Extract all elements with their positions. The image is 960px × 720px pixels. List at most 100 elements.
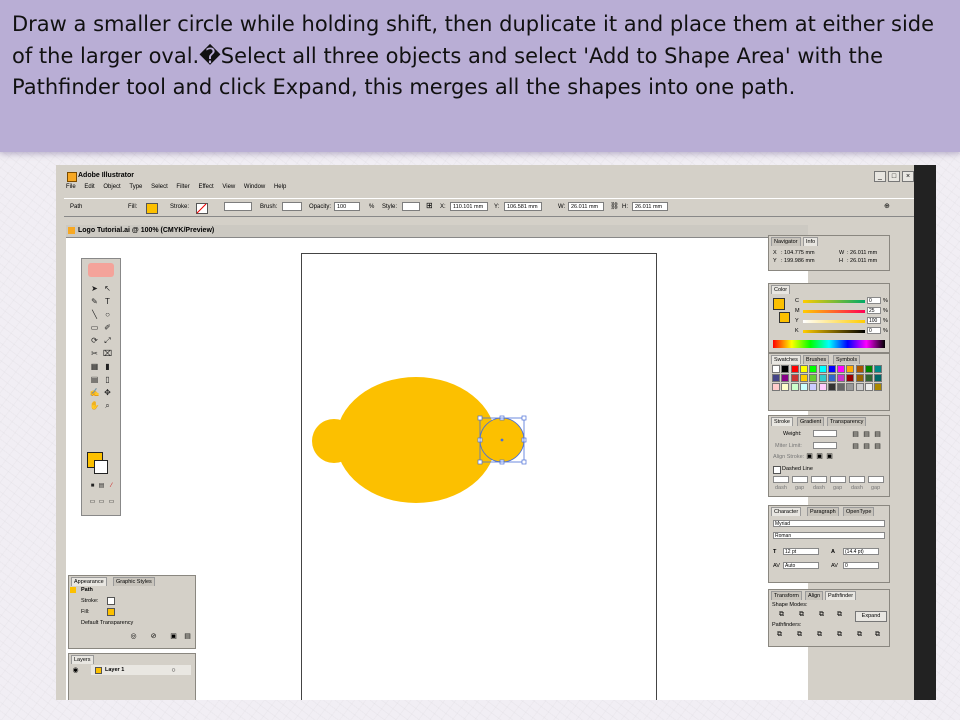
swatch[interactable] — [865, 374, 873, 382]
m-slider[interactable] — [803, 310, 865, 313]
menu-select[interactable]: Select — [151, 184, 168, 190]
zoom-tool-icon[interactable]: ⌕ — [102, 400, 113, 411]
menu-filter[interactable]: Filter — [176, 184, 189, 190]
link-icon[interactable]: ⛓ — [610, 202, 619, 210]
align-center-icon[interactable]: ▣ — [805, 452, 814, 461]
selection-handle[interactable] — [477, 415, 483, 421]
tab-navigator[interactable]: Navigator — [771, 237, 801, 246]
swatch[interactable] — [846, 365, 855, 373]
kerning-field[interactable]: Auto — [783, 562, 819, 569]
tab-align[interactable]: Align — [805, 591, 824, 600]
h-field[interactable]: 26.011 mm — [632, 202, 668, 211]
outline-icon[interactable]: ⧉ — [855, 630, 864, 639]
swatch[interactable] — [809, 365, 818, 373]
swatch[interactable] — [874, 383, 883, 391]
rotate-tool-icon[interactable]: ⟳ — [89, 335, 100, 346]
hand-tool-icon[interactable]: ✋ — [89, 400, 100, 411]
menu-edit[interactable]: Edit — [84, 184, 94, 190]
selection-handle[interactable] — [521, 459, 527, 465]
swatch[interactable] — [865, 383, 873, 391]
warp-tool-icon[interactable]: ⌧ — [102, 348, 113, 359]
gap-field-3[interactable] — [868, 476, 884, 483]
tab-info[interactable]: Info — [803, 237, 819, 246]
selection-handle[interactable] — [477, 459, 483, 465]
y-field[interactable]: 100 — [867, 317, 881, 324]
merge-icon[interactable]: ⧉ — [815, 630, 824, 639]
appearance-path[interactable]: Path — [81, 587, 93, 593]
brush-select[interactable] — [282, 202, 302, 211]
cap-butt-icon[interactable]: ▤ — [851, 430, 860, 439]
k-field[interactable]: 0 — [867, 327, 881, 334]
gap-field-1[interactable] — [792, 476, 808, 483]
swatch[interactable] — [865, 365, 873, 373]
none-mode-icon[interactable]: ⁄ — [106, 481, 117, 492]
menu-type[interactable]: Type — [129, 184, 142, 190]
weight-field[interactable] — [813, 430, 837, 437]
color-spectrum[interactable] — [773, 340, 885, 348]
swatch[interactable] — [837, 383, 846, 391]
line-tool-icon[interactable]: ╲ — [89, 309, 100, 320]
swatch[interactable] — [827, 365, 836, 373]
menu-effect[interactable]: Effect — [198, 184, 213, 190]
swatch[interactable] — [772, 383, 780, 391]
maximize-button[interactable]: □ — [888, 171, 900, 182]
c-field[interactable]: 0 — [867, 297, 881, 304]
expand-button[interactable]: Expand — [855, 611, 887, 622]
swatch[interactable] — [809, 374, 818, 382]
tracking-field[interactable]: 0 — [843, 562, 879, 569]
swatch[interactable] — [799, 374, 808, 382]
tab-layers[interactable]: Layers — [71, 655, 94, 664]
swatch[interactable] — [846, 374, 855, 382]
graph-tool-icon[interactable]: ▦ — [89, 361, 100, 372]
crop-icon[interactable]: ⧉ — [835, 630, 844, 639]
y-slider[interactable] — [803, 320, 865, 323]
target-icon[interactable]: ○ — [169, 666, 178, 675]
stroke-swatch[interactable] — [196, 203, 208, 214]
swatch[interactable] — [818, 383, 827, 391]
delete-item-icon[interactable]: ▤ — [183, 632, 192, 641]
y-field[interactable]: 106.581 mm — [504, 202, 542, 211]
x-field[interactable]: 110.101 mm — [450, 202, 488, 211]
color-fill-swatch[interactable] — [773, 298, 785, 310]
fill-swatch[interactable] — [146, 203, 158, 214]
stroke-color-swatch[interactable] — [94, 460, 108, 474]
swatch[interactable] — [781, 374, 790, 382]
gap-field-2[interactable] — [830, 476, 846, 483]
layer-name[interactable]: Layer 1 — [105, 667, 124, 673]
screen-mode-fullscreen-icon[interactable]: ▭ — [106, 497, 117, 508]
tab-opentype[interactable]: OpenType — [843, 507, 875, 516]
opacity-field[interactable]: 100 — [334, 202, 360, 211]
join-bevel-icon[interactable]: ▤ — [873, 442, 882, 451]
type-tool-icon[interactable]: T — [102, 296, 113, 307]
m-field[interactable]: 25 — [867, 307, 881, 314]
swatch[interactable] — [809, 383, 818, 391]
swatch[interactable] — [837, 374, 846, 382]
swatch[interactable] — [799, 383, 808, 391]
swatch[interactable] — [827, 383, 836, 391]
swatch[interactable] — [827, 374, 836, 382]
menu-view[interactable]: View — [222, 184, 235, 190]
swatch[interactable] — [790, 365, 799, 373]
divide-icon[interactable]: ⧉ — [775, 630, 784, 639]
miter-field[interactable] — [813, 442, 837, 449]
close-button[interactable]: × — [902, 171, 914, 182]
swatch[interactable] — [790, 383, 799, 391]
pencil-tool-icon[interactable]: ✐ — [102, 322, 113, 333]
clear-appearance-icon[interactable]: ⊘ — [149, 632, 158, 641]
appearance-stroke-swatch[interactable] — [107, 597, 115, 605]
swatch[interactable] — [874, 374, 883, 382]
exclude-overlapping-icon[interactable]: ⧉ — [835, 610, 844, 619]
tab-stroke[interactable]: Stroke — [771, 417, 793, 426]
swatch[interactable] — [818, 365, 827, 373]
tab-appearance[interactable]: Appearance — [71, 577, 107, 586]
swatch[interactable] — [846, 383, 855, 391]
tab-symbols[interactable]: Symbols — [833, 355, 861, 364]
cap-square-icon[interactable]: ▤ — [873, 430, 882, 439]
direct-selection-tool-icon[interactable]: ↖ — [102, 283, 113, 294]
font-size-field[interactable]: 12 pt — [783, 548, 819, 555]
tab-transparency[interactable]: Transparency — [827, 417, 867, 426]
swatch[interactable] — [781, 383, 790, 391]
visibility-icon[interactable]: ◉ — [71, 666, 80, 675]
swatch[interactable] — [855, 374, 864, 382]
scale-tool-icon[interactable]: ⤢ — [102, 335, 113, 346]
